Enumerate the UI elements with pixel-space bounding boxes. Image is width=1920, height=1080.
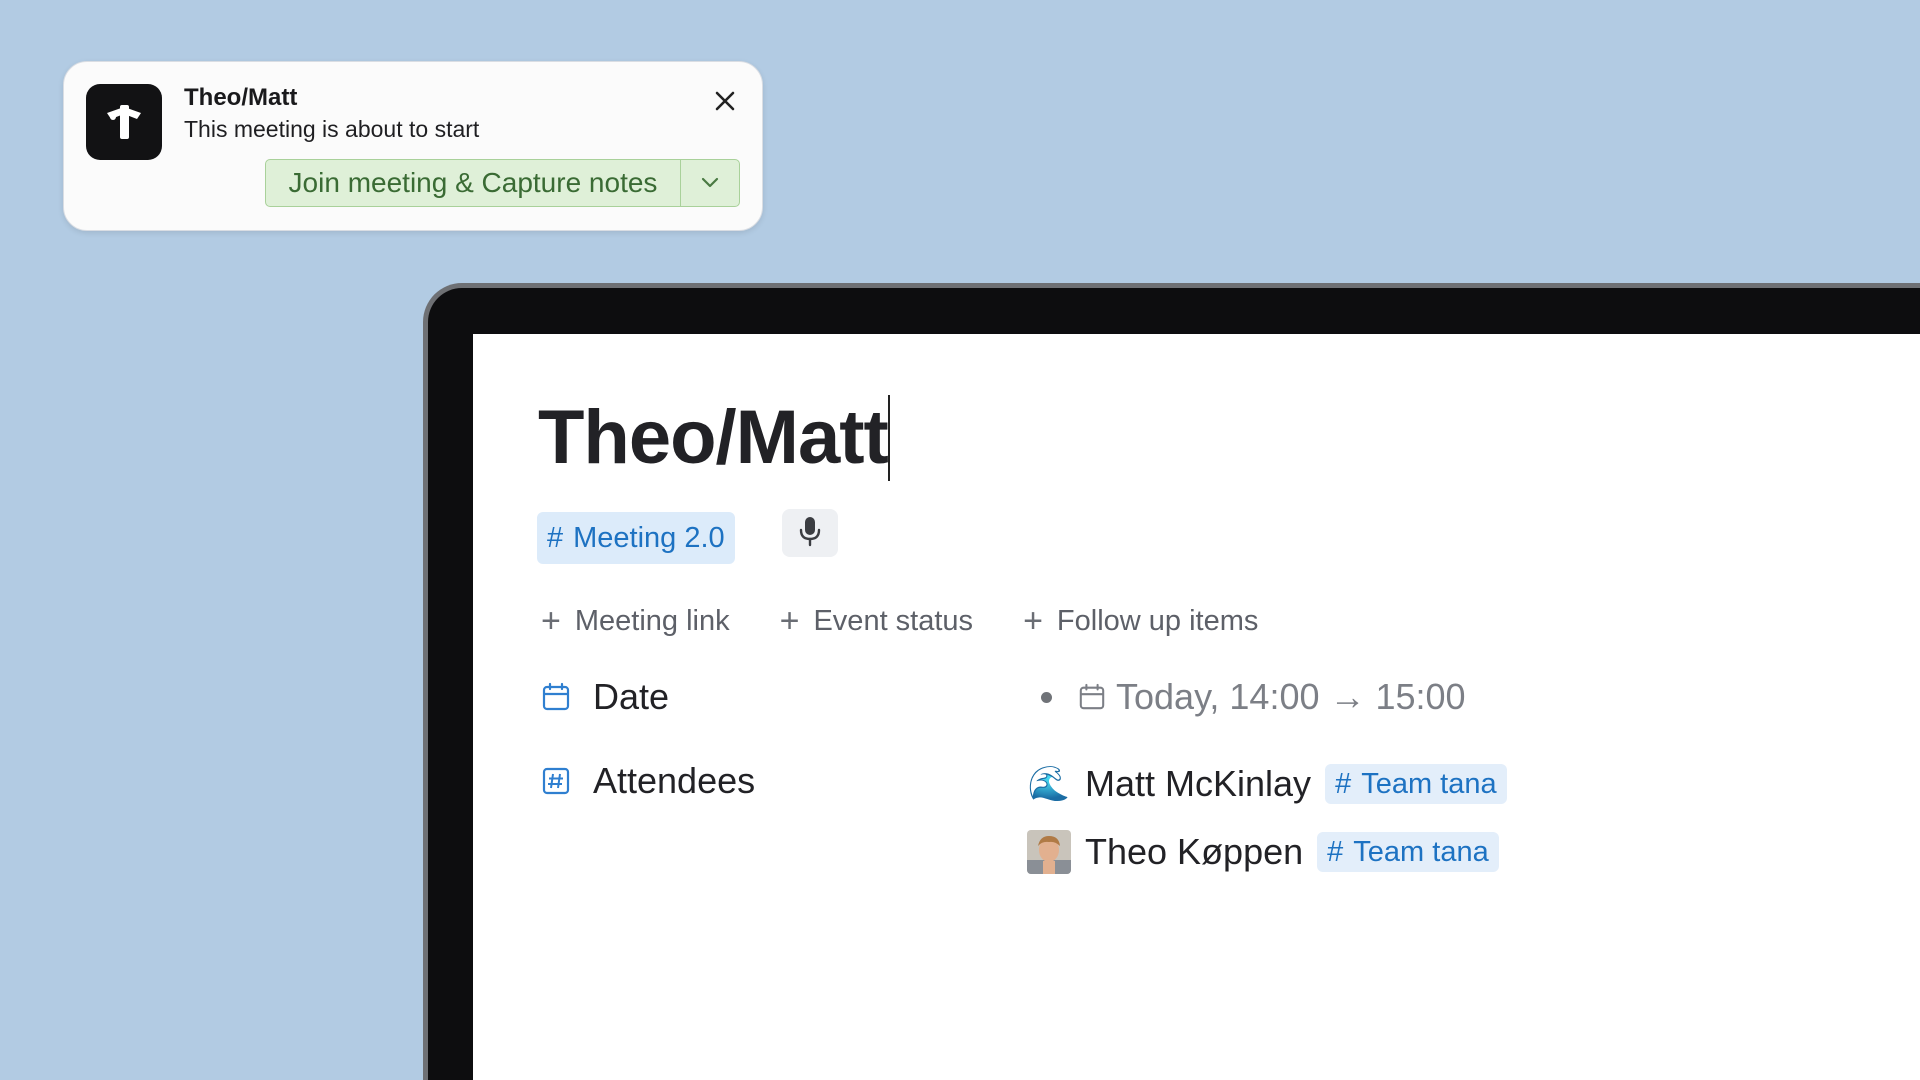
notification-title: Theo/Matt — [184, 84, 298, 111]
attendee-row[interactable]: 🌊 Matt McKinlay # Team tana — [1027, 762, 1507, 806]
team-tag-label: Team tana — [1353, 835, 1489, 868]
page-title-text[interactable]: Theo/Matt — [538, 394, 889, 481]
supertag-meeting[interactable]: # Meeting 2.0 — [537, 512, 735, 564]
notification-message: This meeting is about to start — [184, 116, 480, 142]
plus-icon: + — [1023, 602, 1043, 640]
add-event-status-button[interactable]: + Event status — [780, 602, 973, 641]
add-follow-up-items-button[interactable]: + Follow up items — [1023, 602, 1258, 641]
add-field-row: + Meeting link + Event status + Follow u… — [541, 602, 1258, 641]
add-meeting-link-button[interactable]: + Meeting link — [541, 602, 730, 641]
bullet — [1041, 691, 1052, 703]
supertag-label: Meeting 2.0 — [573, 521, 725, 554]
date-value[interactable]: Today, 14:00 → 15:00 — [1041, 676, 1466, 718]
calendar-icon — [1078, 683, 1106, 711]
microphone-icon — [798, 515, 822, 552]
tana-logo-icon — [86, 84, 162, 160]
attendee-name: Theo Køppen — [1085, 831, 1304, 872]
microphone-button[interactable] — [782, 509, 838, 557]
team-tag[interactable]: # Team tana — [1317, 832, 1499, 872]
text-cursor — [887, 394, 890, 481]
hash-icon: # — [1327, 835, 1344, 868]
plus-icon: + — [779, 602, 800, 640]
field-label-date: Date — [593, 676, 670, 717]
field-date[interactable]: Date — [541, 676, 669, 718]
node-page: Theo/Matt # Meeting 2.0 + Meeting link +… — [473, 334, 1920, 1080]
wave-avatar-icon: 🌊 — [1027, 765, 1071, 803]
date-value-text: Today, 14:00 → 15:00 — [1116, 676, 1466, 717]
field-label-attendees: Attendees — [593, 760, 756, 801]
add-field-label: Event status — [813, 605, 974, 637]
hash-icon: # — [547, 521, 564, 554]
team-tag-label: Team tana — [1361, 767, 1497, 800]
plus-icon: + — [541, 602, 561, 640]
add-field-label: Meeting link — [574, 605, 730, 637]
hash-icon: # — [1335, 767, 1352, 800]
join-meeting-split-button: Join meeting & Capture notes — [265, 159, 740, 207]
field-attendees[interactable]: Attendees — [541, 760, 755, 802]
join-meeting-button[interactable]: Join meeting & Capture notes — [266, 160, 681, 206]
team-tag[interactable]: # Team tana — [1325, 764, 1507, 804]
attendee-row[interactable]: Theo Køppen # Team tana — [1027, 830, 1499, 874]
page-title[interactable]: Theo/Matt — [538, 394, 890, 481]
close-icon[interactable] — [710, 86, 740, 116]
add-field-label: Follow up items — [1056, 605, 1259, 637]
chevron-down-icon[interactable] — [681, 160, 739, 206]
calendar-icon — [541, 682, 571, 712]
meeting-notification: Theo/Matt This meeting is about to start… — [63, 61, 763, 231]
hash-field-icon — [541, 766, 571, 796]
photo-avatar — [1027, 830, 1071, 874]
attendee-name: Matt McKinlay — [1085, 763, 1312, 804]
